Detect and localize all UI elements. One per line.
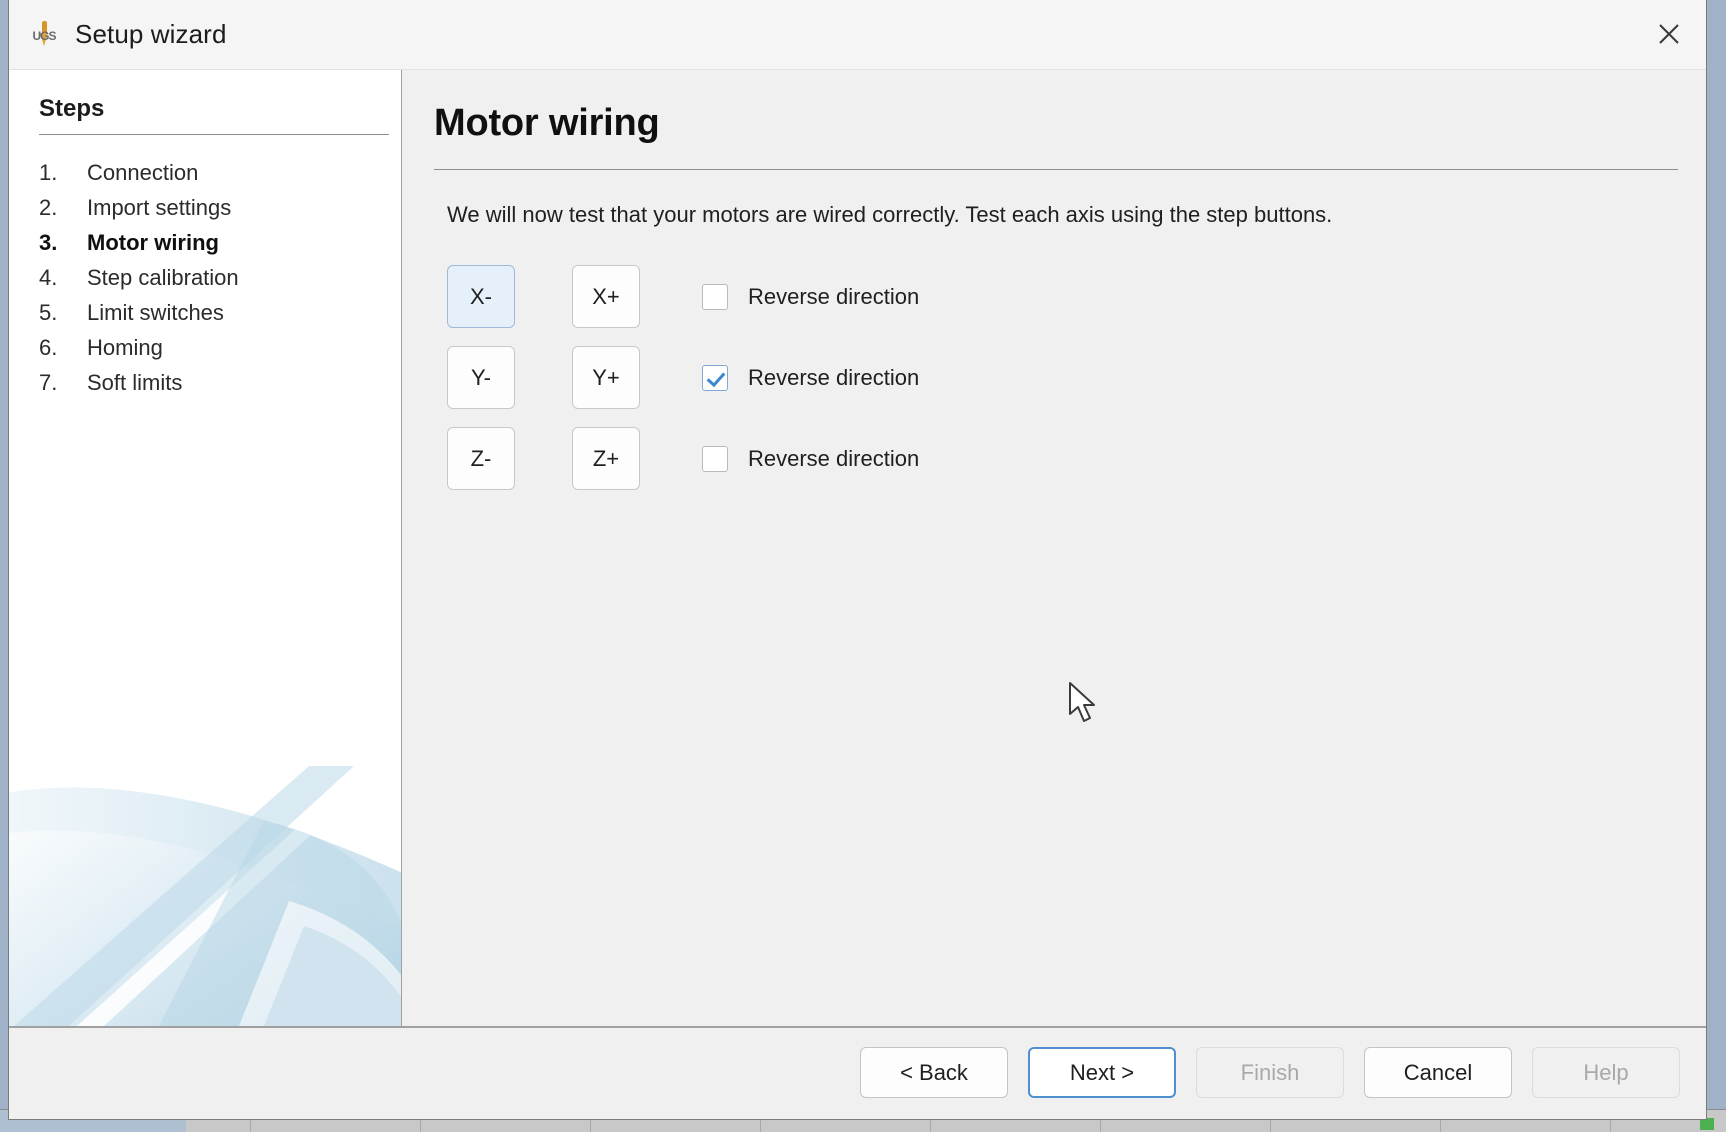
sidebar-item-homing[interactable]: 6. Homing	[39, 335, 389, 370]
screen: UGS Setup wizard	[0, 0, 1726, 1132]
z-reverse-direction-row: Reverse direction	[702, 446, 919, 472]
ugs-router-bit-icon: UGS	[29, 20, 59, 50]
steps-heading: Steps	[39, 95, 104, 123]
dialog-footer: < Back Next > Finish Cancel Help	[9, 1027, 1706, 1119]
z-reverse-direction-checkbox[interactable]	[702, 446, 728, 472]
setup-wizard-dialog: UGS Setup wizard	[8, 0, 1707, 1120]
page-title-rule	[434, 169, 1678, 170]
z-reverse-direction-label: Reverse direction	[748, 446, 919, 472]
step-number: 3.	[39, 230, 87, 256]
y-minus-button[interactable]: Y-	[447, 346, 515, 409]
steps-sidebar: Steps 1. Connection 2. Import settings 3…	[9, 70, 402, 1027]
sidebar-item-step-calibration[interactable]: 4. Step calibration	[39, 265, 389, 300]
axis-row-y: Y- Y+ Reverse direction	[447, 337, 919, 418]
step-label: Import settings	[87, 195, 231, 221]
footer-button-group: < Back Next > Finish Cancel Help	[860, 1047, 1680, 1098]
close-icon[interactable]	[1632, 0, 1706, 68]
back-button[interactable]: < Back	[860, 1047, 1008, 1098]
x-reverse-direction-checkbox[interactable]	[702, 284, 728, 310]
axis-row-x: X- X+ Reverse direction	[447, 256, 919, 337]
y-plus-button[interactable]: Y+	[572, 346, 640, 409]
y-reverse-direction-label: Reverse direction	[748, 365, 919, 391]
y-reverse-direction-row: Reverse direction	[702, 365, 919, 391]
step-number: 1.	[39, 160, 87, 186]
step-number: 7.	[39, 370, 87, 396]
page-title: Motor wiring	[434, 102, 660, 145]
next-button[interactable]: Next >	[1028, 1047, 1176, 1098]
footer-separator	[9, 1027, 1706, 1028]
step-label: Limit switches	[87, 300, 224, 326]
axis-test-grid: X- X+ Reverse direction Y- Y+	[447, 256, 919, 499]
sidebar-item-limit-switches[interactable]: 5. Limit switches	[39, 300, 389, 335]
decorative-swoosh-watermark	[9, 726, 402, 1026]
x-minus-button[interactable]: X-	[447, 265, 515, 328]
step-number: 6.	[39, 335, 87, 361]
step-number: 4.	[39, 265, 87, 291]
step-number: 5.	[39, 300, 87, 326]
steps-list: 1. Connection 2. Import settings 3. Moto…	[39, 160, 389, 405]
sidebar-item-import-settings[interactable]: 2. Import settings	[39, 195, 389, 230]
finish-button: Finish	[1196, 1047, 1344, 1098]
dialog-body: Steps 1. Connection 2. Import settings 3…	[9, 70, 1706, 1027]
step-label: Homing	[87, 335, 163, 361]
sidebar-item-soft-limits[interactable]: 7. Soft limits	[39, 370, 389, 405]
y-reverse-direction-checkbox[interactable]	[702, 365, 728, 391]
content-pane: Motor wiring We will now test that your …	[402, 70, 1706, 1027]
cancel-button[interactable]: Cancel	[1364, 1047, 1512, 1098]
step-label: Soft limits	[87, 370, 182, 396]
title-bar: UGS Setup wizard	[9, 0, 1706, 70]
steps-heading-rule	[39, 134, 389, 135]
step-number: 2.	[39, 195, 87, 221]
x-reverse-direction-row: Reverse direction	[702, 284, 919, 310]
x-reverse-direction-label: Reverse direction	[748, 284, 919, 310]
step-label: Connection	[87, 160, 198, 186]
x-plus-button[interactable]: X+	[572, 265, 640, 328]
step-label: Step calibration	[87, 265, 239, 291]
z-minus-button[interactable]: Z-	[447, 427, 515, 490]
sidebar-item-motor-wiring[interactable]: 3. Motor wiring	[39, 230, 389, 265]
step-label: Motor wiring	[87, 230, 219, 256]
z-plus-button[interactable]: Z+	[572, 427, 640, 490]
axis-row-z: Z- Z+ Reverse direction	[447, 418, 919, 499]
window-title: Setup wizard	[75, 19, 227, 50]
help-button: Help	[1532, 1047, 1680, 1098]
instruction-text: We will now test that your motors are wi…	[447, 202, 1332, 228]
sidebar-item-connection[interactable]: 1. Connection	[39, 160, 389, 195]
